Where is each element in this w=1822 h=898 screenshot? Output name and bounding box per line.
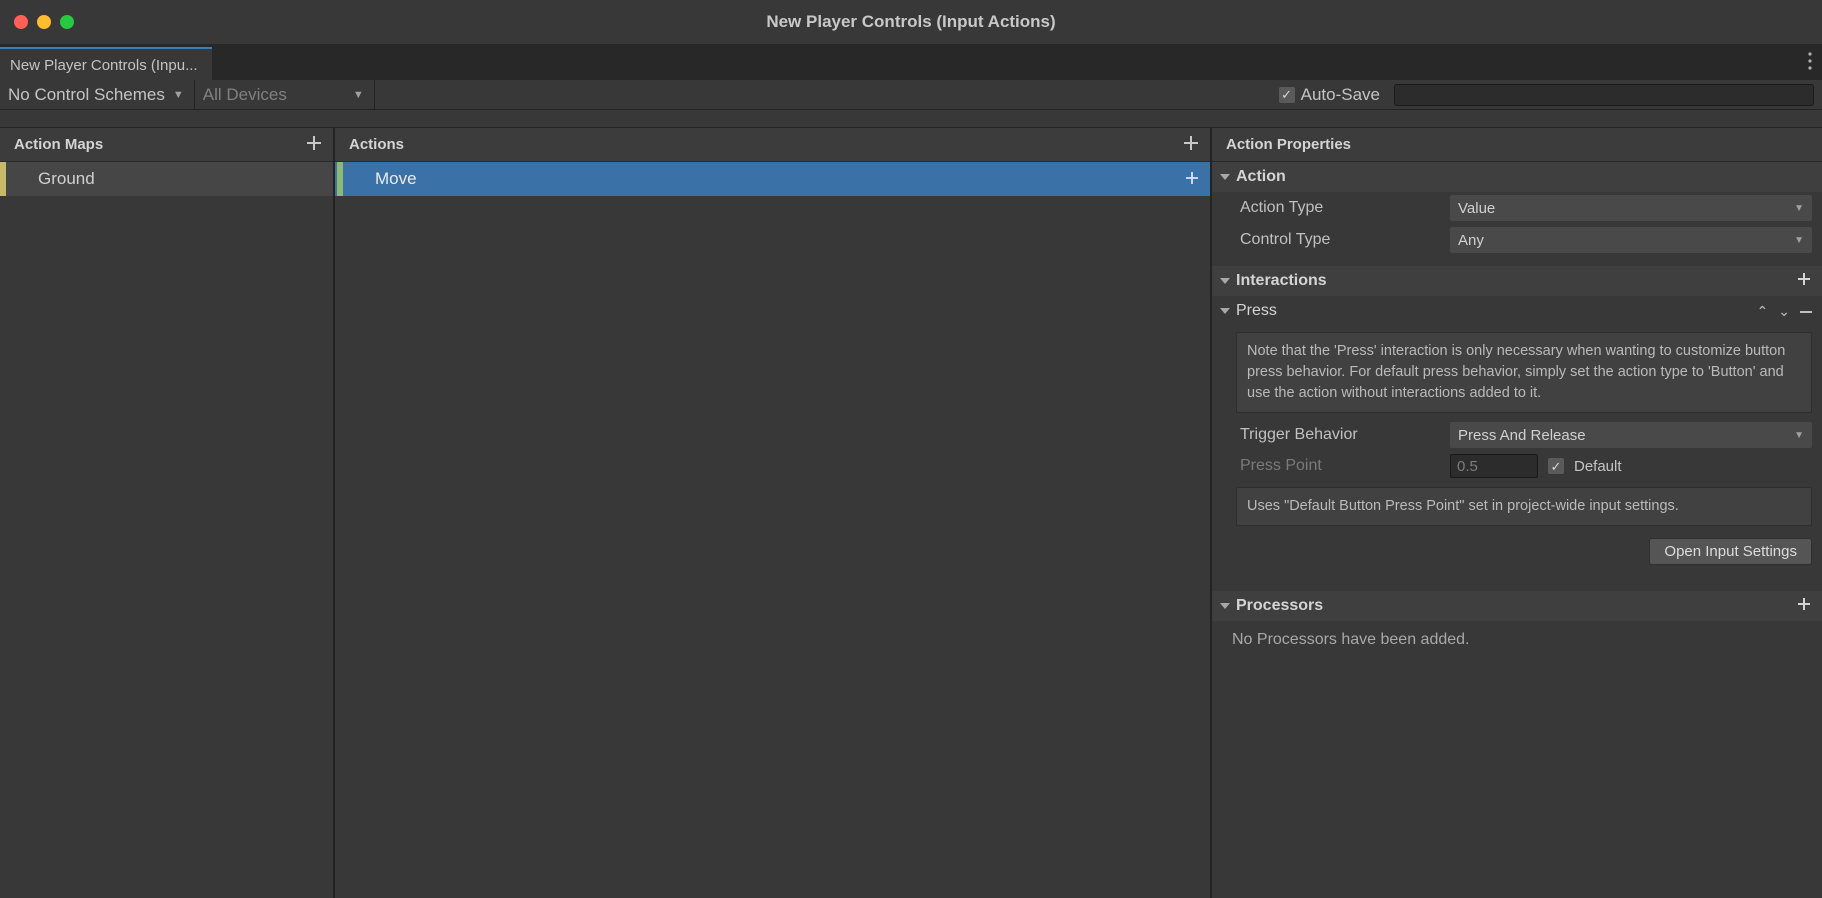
press-note: Note that the 'Press' interaction is onl… bbox=[1236, 332, 1812, 413]
trigger-behavior-dropdown[interactable]: Press And Release ▼ bbox=[1450, 422, 1812, 448]
trigger-behavior-row: Trigger Behavior Press And Release ▼ bbox=[1212, 419, 1822, 451]
control-schemes-label: No Control Schemes bbox=[8, 85, 165, 105]
auto-save-toggle[interactable]: ✓ Auto-Save bbox=[1271, 80, 1394, 109]
properties-header: Action Properties bbox=[1212, 128, 1822, 162]
tab-bar: New Player Controls (Inpu... bbox=[0, 44, 1822, 80]
toolbar: No Control Schemes ▼ All Devices ▼ ✓ Aut… bbox=[0, 80, 1822, 110]
press-point-label: Press Point bbox=[1240, 457, 1440, 475]
minimize-button[interactable] bbox=[37, 15, 51, 29]
properties-title: Action Properties bbox=[1226, 136, 1351, 153]
control-type-row: Control Type Any ▼ bbox=[1212, 224, 1822, 256]
default-checkbox[interactable]: ✓ bbox=[1548, 458, 1564, 474]
foldout-icon bbox=[1220, 174, 1230, 180]
devices-dropdown[interactable]: All Devices ▼ bbox=[195, 80, 375, 109]
close-button[interactable] bbox=[14, 15, 28, 29]
window-title: New Player Controls (Input Actions) bbox=[0, 12, 1822, 32]
interactions-section-header[interactable]: Interactions bbox=[1212, 266, 1822, 296]
action-section-label: Action bbox=[1236, 168, 1286, 186]
action-type-dropdown[interactable]: Value ▼ bbox=[1450, 195, 1812, 221]
press-point-row: Press Point ✓ Default bbox=[1212, 451, 1822, 481]
default-label: Default bbox=[1574, 458, 1622, 475]
action-map-label: Ground bbox=[6, 169, 95, 189]
action-item[interactable]: Move bbox=[335, 162, 1210, 196]
open-input-settings-button[interactable]: Open Input Settings bbox=[1649, 538, 1812, 565]
action-label: Move bbox=[343, 169, 417, 189]
actions-list: Move bbox=[335, 162, 1210, 898]
tab-asset[interactable]: New Player Controls (Inpu... bbox=[0, 47, 212, 80]
action-type-row: Action Type Value ▼ bbox=[1212, 192, 1822, 224]
processors-section-header[interactable]: Processors bbox=[1212, 591, 1822, 621]
toolbar-spacer bbox=[375, 80, 1271, 109]
control-schemes-dropdown[interactable]: No Control Schemes ▼ bbox=[0, 80, 195, 109]
move-up-icon[interactable]: ⌃ bbox=[1757, 303, 1769, 320]
trigger-behavior-value: Press And Release bbox=[1458, 427, 1586, 444]
control-type-label: Control Type bbox=[1240, 231, 1440, 249]
chevron-down-icon: ▼ bbox=[173, 89, 184, 101]
add-action-button[interactable] bbox=[1182, 134, 1200, 156]
chevron-down-icon: ▼ bbox=[1794, 430, 1804, 441]
processors-empty: No Processors have been added. bbox=[1212, 621, 1822, 659]
traffic-lights bbox=[14, 15, 74, 29]
foldout-icon bbox=[1220, 308, 1230, 314]
chevron-down-icon: ▼ bbox=[353, 89, 364, 101]
trigger-behavior-label: Trigger Behavior bbox=[1240, 426, 1440, 444]
chevron-down-icon: ▼ bbox=[1794, 235, 1804, 246]
processors-section-label: Processors bbox=[1236, 597, 1323, 615]
action-maps-panel: Action Maps Ground bbox=[0, 128, 335, 898]
action-map-item[interactable]: Ground bbox=[0, 162, 333, 196]
add-processor-button[interactable] bbox=[1796, 596, 1812, 617]
action-section-header[interactable]: Action bbox=[1212, 162, 1822, 192]
actions-title: Actions bbox=[349, 136, 404, 153]
add-interaction-button[interactable] bbox=[1796, 271, 1812, 292]
search-input[interactable] bbox=[1394, 84, 1814, 106]
move-down-icon[interactable]: ⌄ bbox=[1778, 303, 1790, 320]
action-type-value: Value bbox=[1458, 200, 1495, 217]
add-action-map-button[interactable] bbox=[305, 134, 323, 156]
devices-label: All Devices bbox=[203, 85, 287, 105]
tab-menu-icon[interactable] bbox=[1808, 52, 1812, 74]
checkbox-icon: ✓ bbox=[1279, 87, 1295, 103]
maximize-button[interactable] bbox=[60, 15, 74, 29]
auto-save-label: Auto-Save bbox=[1301, 85, 1380, 105]
press-label: Press bbox=[1236, 302, 1277, 320]
main-area: Action Maps Ground Actions bbox=[0, 128, 1822, 898]
action-maps-list: Ground bbox=[0, 162, 333, 898]
interactions-section-label: Interactions bbox=[1236, 272, 1327, 290]
remove-interaction-button[interactable] bbox=[1800, 303, 1812, 319]
press-point-input[interactable] bbox=[1450, 454, 1538, 478]
press-interaction-header[interactable]: Press ⌃ ⌄ bbox=[1212, 296, 1822, 326]
add-binding-button[interactable] bbox=[1184, 170, 1200, 191]
actions-panel: Actions Move bbox=[335, 128, 1212, 898]
press-point-note: Uses "Default Button Press Point" set in… bbox=[1236, 487, 1812, 526]
control-type-value: Any bbox=[1458, 232, 1484, 249]
foldout-icon bbox=[1220, 278, 1230, 284]
control-type-dropdown[interactable]: Any ▼ bbox=[1450, 227, 1812, 253]
properties-panel: Action Properties Action Action Type Val… bbox=[1212, 128, 1822, 898]
actions-header: Actions bbox=[335, 128, 1210, 162]
spacer bbox=[0, 110, 1822, 128]
chevron-down-icon: ▼ bbox=[1794, 203, 1804, 214]
action-type-label: Action Type bbox=[1240, 199, 1440, 217]
foldout-icon bbox=[1220, 603, 1230, 609]
titlebar: New Player Controls (Input Actions) bbox=[0, 0, 1822, 44]
action-maps-header: Action Maps bbox=[0, 128, 333, 162]
action-maps-title: Action Maps bbox=[14, 136, 103, 153]
